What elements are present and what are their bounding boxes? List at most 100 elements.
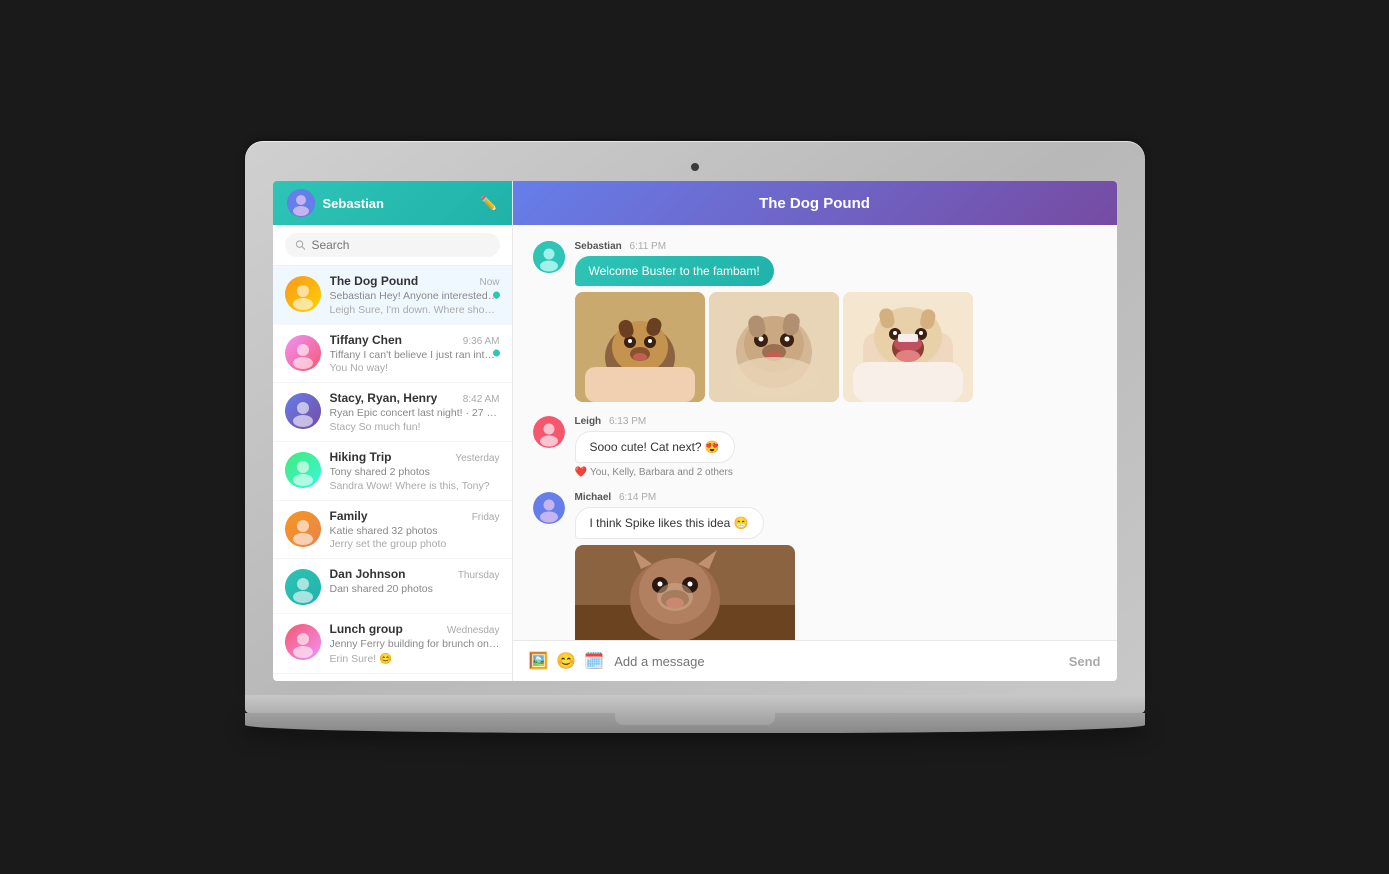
input-icons: 🖼️ 😊 🗓️	[529, 651, 605, 671]
sender-name: Leigh	[575, 416, 602, 427]
conversation-item[interactable]: Family Friday Katie shared 32 photos Jer…	[273, 501, 512, 560]
dog-image-1	[575, 292, 705, 402]
conversation-avatar	[285, 511, 321, 547]
conversation-content: Dan Johnson Thursday Dan shared 20 photo…	[330, 567, 500, 597]
msg-body: Leigh 6:13 PM Sooo cute! Cat next? 😍 ❤️ …	[575, 416, 1097, 478]
conversation-preview: Ryan Epic concert last night! · 27 photo…	[330, 407, 500, 421]
conversation-item[interactable]: Hiking Trip Yesterday Tony shared 2 phot…	[273, 442, 512, 501]
conversation-preview2: Leigh Sure, I'm down. Where should...	[330, 304, 500, 316]
message-bubble: Welcome Buster to the fambam!	[575, 256, 774, 286]
conversation-name: Stacy, Ryan, Henry	[330, 391, 438, 405]
conversation-name: The Dog Pound	[330, 274, 419, 288]
conversation-time: 8:42 AM	[463, 394, 500, 405]
message-group: Sebastian 6:11 PM Welcome Buster to the …	[533, 241, 1097, 402]
conversation-avatar	[285, 393, 321, 429]
message-input[interactable]	[614, 654, 1058, 669]
message-group: Michael 6:14 PM I think Spike likes this…	[533, 492, 1097, 640]
message-group: Leigh 6:13 PM Sooo cute! Cat next? 😍 ❤️ …	[533, 416, 1097, 478]
conversation-preview: Katie shared 32 photos	[330, 525, 500, 539]
laptop-screen: Sebastian ✏️	[273, 181, 1117, 681]
conversation-content: Hiking Trip Yesterday Tony shared 2 phot…	[330, 450, 500, 492]
image-icon[interactable]: 🖼️	[529, 651, 549, 671]
conv-header-row: Tiffany Chen 9:36 AM	[330, 333, 500, 347]
msg-body: Michael 6:14 PM I think Spike likes this…	[575, 492, 1097, 640]
msg-time: 6:14 PM	[619, 492, 656, 503]
search-input-wrap[interactable]	[285, 233, 500, 257]
message-images	[575, 292, 1097, 402]
conversation-content: Family Friday Katie shared 32 photos Jer…	[330, 509, 500, 551]
chat-header: The Dog Pound	[513, 181, 1117, 225]
chat-title: The Dog Pound	[759, 195, 870, 212]
conversation-preview: Tiffany I can't believe I just ran into.…	[330, 349, 500, 363]
dog-image-3	[843, 292, 973, 402]
laptop-base	[245, 695, 1145, 713]
emoji-icon[interactable]: 😊	[556, 651, 576, 671]
conversation-time: 9:36 AM	[463, 336, 500, 347]
conversation-item[interactable]: Michael Stone Tuesday Michael shared 10 …	[273, 674, 512, 681]
conversation-time: Thursday	[458, 570, 500, 581]
conversation-preview2: You No way!	[330, 362, 500, 374]
conversation-preview2: Erin Sure! 😊	[330, 652, 500, 665]
conversation-avatar	[285, 335, 321, 371]
conv-header-row: Lunch group Wednesday	[330, 622, 500, 636]
sidebar-username: Sebastian	[323, 196, 384, 211]
dog-single-image	[575, 545, 795, 640]
message-reactions: ❤️ You, Kelly, Barbara and 2 others	[575, 467, 1097, 478]
msg-avatar	[533, 241, 565, 273]
conv-header-row: The Dog Pound Now	[330, 274, 500, 288]
heart-reaction: ❤️	[575, 467, 587, 478]
conversation-item[interactable]: Stacy, Ryan, Henry 8:42 AM Ryan Epic con…	[273, 383, 512, 442]
conversation-name: Dan Johnson	[330, 567, 406, 581]
msg-avatar	[533, 416, 565, 448]
msg-time: 6:11 PM	[630, 241, 667, 252]
conversation-item[interactable]: Tiffany Chen 9:36 AM Tiffany I can't bel…	[273, 325, 512, 384]
chat-input-bar: 🖼️ 😊 🗓️ Send	[513, 640, 1117, 681]
conversation-time: Friday	[472, 512, 500, 523]
conversation-item[interactable]: Lunch group Wednesday Jenny Ferry buildi…	[273, 614, 512, 674]
sidebar-header: Sebastian ✏️	[273, 181, 512, 225]
conversation-preview: Sebastian Hey! Anyone interested in...	[330, 290, 500, 304]
conv-header-row: Hiking Trip Yesterday	[330, 450, 500, 464]
conversation-item[interactable]: The Dog Pound Now Sebastian Hey! Anyone …	[273, 266, 512, 325]
conversation-item[interactable]: Dan Johnson Thursday Dan shared 20 photo…	[273, 559, 512, 614]
message-bubble: I think Spike likes this idea 😁	[575, 507, 764, 539]
reaction-text: You, Kelly, Barbara and 2 others	[590, 467, 733, 478]
conversation-name: Hiking Trip	[330, 450, 392, 464]
conversation-content: Stacy, Ryan, Henry 8:42 AM Ryan Epic con…	[330, 391, 500, 433]
conversation-preview: Dan shared 20 photos	[330, 583, 500, 597]
conversation-content: Tiffany Chen 9:36 AM Tiffany I can't bel…	[330, 333, 500, 375]
conversation-content: Lunch group Wednesday Jenny Ferry buildi…	[330, 622, 500, 665]
search-icon	[295, 239, 306, 251]
conversation-avatar	[285, 569, 321, 605]
conversation-name: Lunch group	[330, 622, 403, 636]
screen-bezel: Sebastian ✏️	[245, 141, 1145, 695]
msg-meta: Leigh 6:13 PM	[575, 416, 1097, 427]
msg-body: Sebastian 6:11 PM Welcome Buster to the …	[575, 241, 1097, 402]
conv-header-row: Family Friday	[330, 509, 500, 523]
msg-avatar	[533, 492, 565, 524]
send-button[interactable]: Send	[1069, 654, 1101, 669]
message-bubble: Sooo cute! Cat next? 😍	[575, 431, 735, 463]
msg-time: 6:13 PM	[609, 416, 646, 427]
conversation-time: Yesterday	[455, 453, 499, 464]
conversation-preview: Jenny Ferry building for brunch on Satur…	[330, 638, 500, 652]
sticker-icon[interactable]: 🗓️	[584, 651, 604, 671]
conversations-list: The Dog Pound Now Sebastian Hey! Anyone …	[273, 266, 512, 681]
camera	[691, 163, 699, 171]
conversation-preview: Tony shared 2 photos	[330, 466, 500, 480]
conversation-name: Tiffany Chen	[330, 333, 402, 347]
edit-icon[interactable]: ✏️	[480, 195, 497, 212]
conversation-avatar	[285, 624, 321, 660]
conversation-avatar	[285, 276, 321, 312]
conversation-preview2: Jerry set the group photo	[330, 538, 500, 550]
unread-indicator	[493, 291, 500, 298]
search-input[interactable]	[311, 238, 489, 252]
conversation-preview2: Stacy So much fun!	[330, 421, 500, 433]
sidebar: Sebastian ✏️	[273, 181, 513, 681]
conversation-avatar	[285, 452, 321, 488]
conversation-time: Now	[479, 277, 499, 288]
search-bar	[273, 225, 512, 266]
laptop-container: Sebastian ✏️	[245, 141, 1145, 733]
sender-name: Michael	[575, 492, 612, 503]
conv-header-row: Stacy, Ryan, Henry 8:42 AM	[330, 391, 500, 405]
